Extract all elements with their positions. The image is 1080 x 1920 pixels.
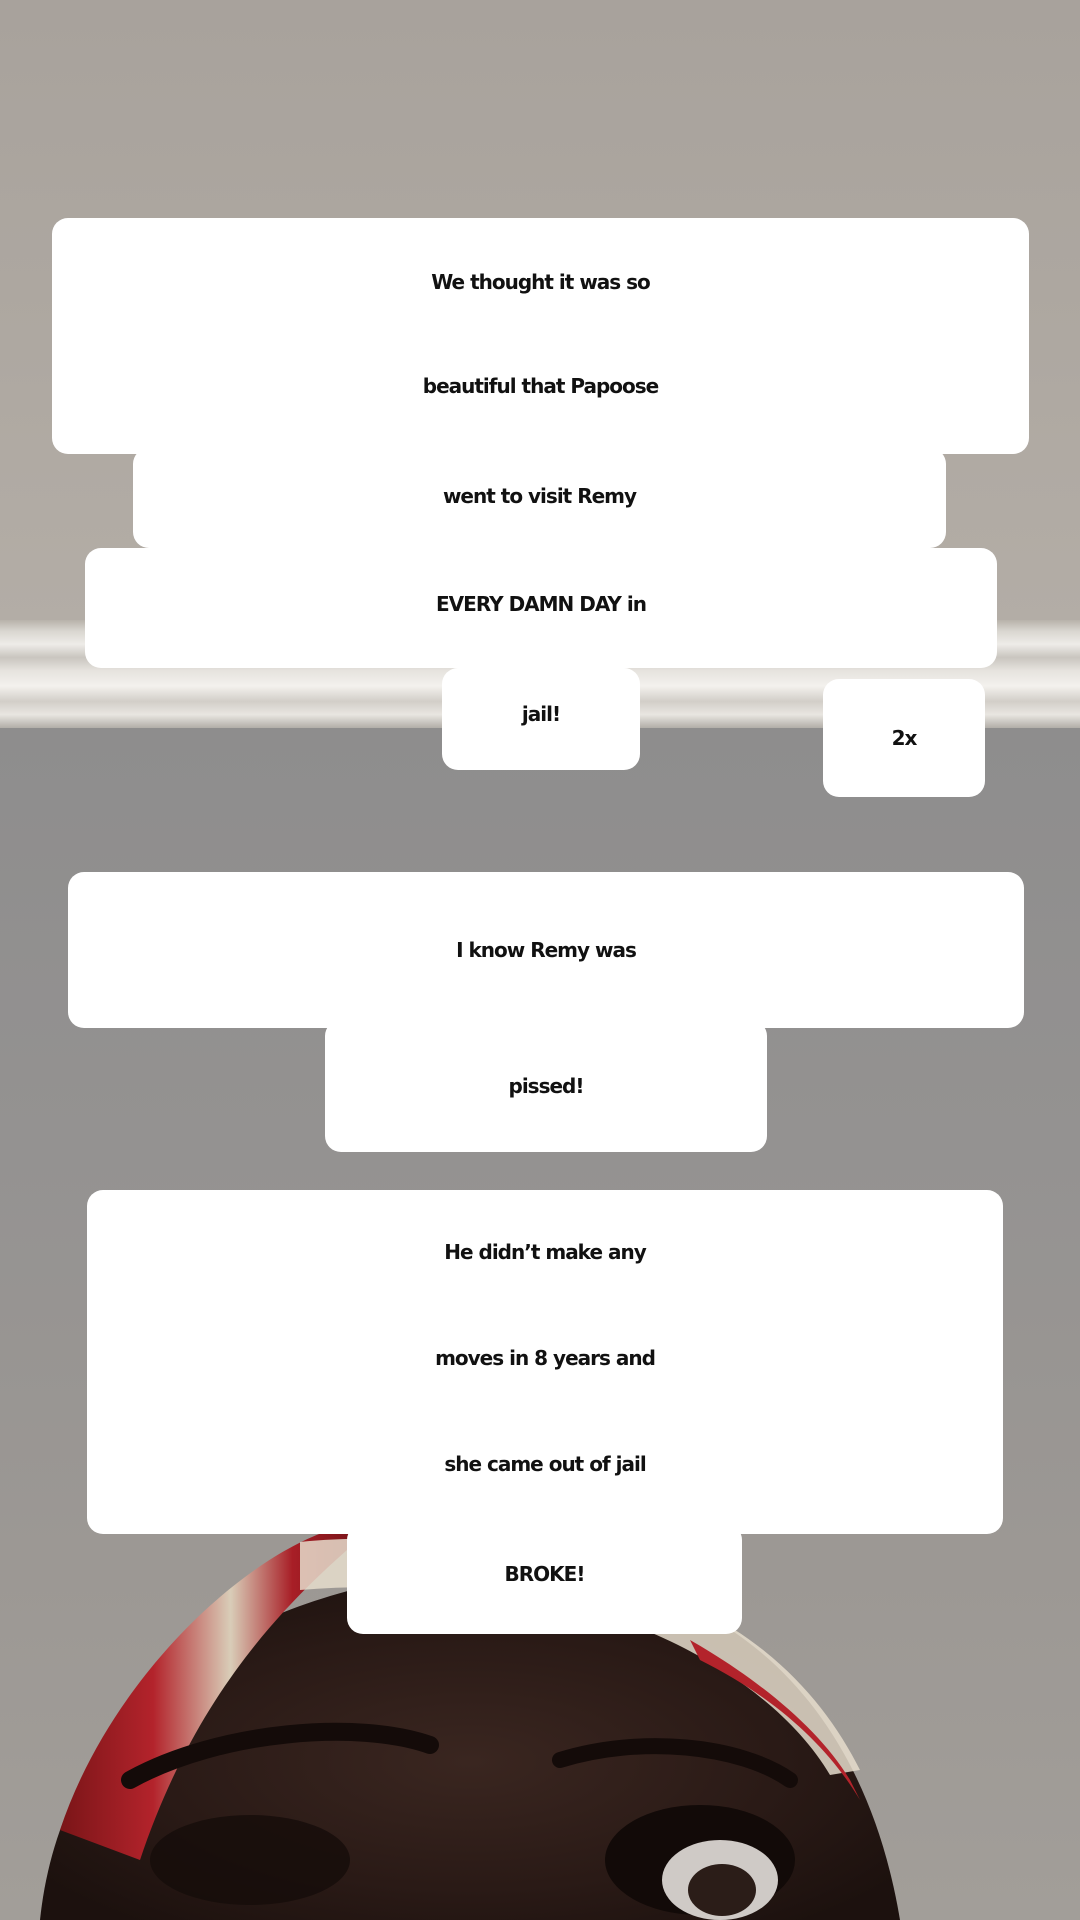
caption-second-line-2: pissed! [325, 1020, 767, 1152]
caption-first-line-1: We thought it was so [431, 270, 651, 294]
caption-third-line-4: BROKE! [504, 1562, 586, 1586]
caption-first-line-5: jail! [521, 702, 561, 726]
caption-third-line-3: she came out of jail [444, 1452, 646, 1476]
caption-first-line-2: beautiful that Papoose [422, 374, 660, 398]
caption-third-line-1: He didn’t make any [444, 1240, 647, 1264]
caption-first-line-4: EVERY DAMN DAY in [436, 592, 647, 616]
playback-speed-badge: 2x [823, 679, 985, 797]
caption-third-line-2: moves in 8 years and [435, 1346, 656, 1370]
caption-first-line-3: went to visit Remy [442, 484, 637, 508]
video-frame: We thought it was so beautiful that Papo… [0, 0, 1080, 1920]
caption-second-line-1: I know Remy was [68, 872, 1024, 1028]
